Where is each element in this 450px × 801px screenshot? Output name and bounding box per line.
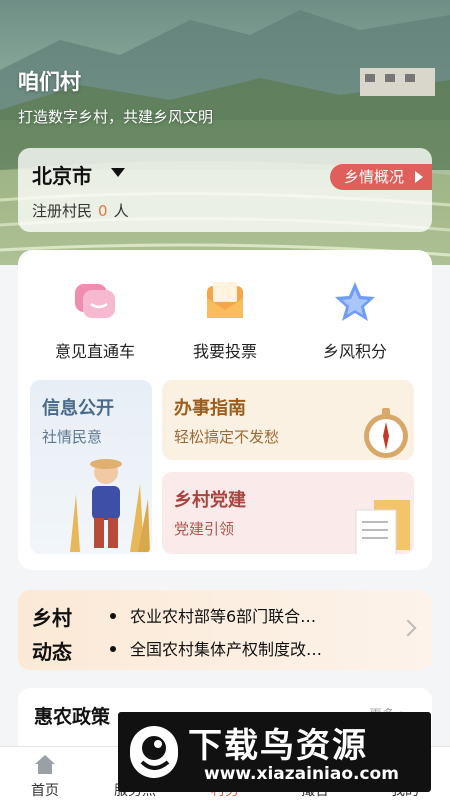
arrow-right-icon <box>415 171 423 183</box>
document-icon <box>355 500 410 554</box>
news-tag-line1: 乡村 <box>32 606 72 630</box>
info-subtitle: 社情民意 <box>42 428 103 446</box>
chevron-right-icon[interactable] <box>399 619 417 637</box>
envelope-icon <box>203 280 247 324</box>
feedback-shortcut[interactable]: 意见直通车 <box>26 280 164 362</box>
vote-shortcut[interactable]: 我要投票 <box>156 280 294 362</box>
home-icon <box>35 755 55 774</box>
policy-title: 惠农政策 <box>34 706 111 728</box>
farmer-illustration <box>70 459 150 552</box>
watermark-title: 下载鸟资源 <box>188 726 368 766</box>
residents-suffix: 人 <box>113 202 129 220</box>
star-icon <box>333 280 377 324</box>
village-news-card[interactable]: 乡村 动态 农业农村部等6部门联合… 全国农村集体产权制度改… <box>18 590 432 670</box>
village-title: 咱们村 <box>18 70 81 94</box>
tab-label: 首页 <box>31 783 59 799</box>
city-selector[interactable]: 北京市 <box>32 160 92 189</box>
watermark-url: www.xiazainiao.com <box>204 764 399 784</box>
services-panel: 意见直通车 我要投票 乡风积分 信息公开 社情民意 办事指南 轻松搞定不发愁 乡… <box>18 250 432 570</box>
guide-title: 办事指南 <box>174 398 246 419</box>
info-title: 信息公开 <box>42 398 114 419</box>
bullet-icon <box>110 646 116 652</box>
party-title: 乡村党建 <box>174 490 246 511</box>
service-guide-tile[interactable]: 办事指南 轻松搞定不发愁 <box>162 380 414 460</box>
news-tag-line2: 动态 <box>32 640 72 664</box>
residents-prefix: 注册村民 <box>32 202 93 220</box>
registered-residents: 注册村民 0 人 <box>32 200 129 221</box>
chevron-down-icon[interactable] <box>111 168 125 177</box>
overview-label: 乡情概况 <box>343 168 404 186</box>
village-overview-button[interactable]: 乡情概况 <box>329 164 432 190</box>
compass-icon <box>364 408 408 458</box>
points-label: 乡风积分 <box>322 342 387 361</box>
party-subtitle: 党建引领 <box>174 520 235 538</box>
news-item[interactable]: 农业农村部等6部门联合… <box>130 603 316 627</box>
news-item[interactable]: 全国农村集体产权制度改… <box>130 636 322 660</box>
guide-subtitle: 轻松搞定不发愁 <box>174 428 280 446</box>
chat-bubble-icon <box>73 280 117 324</box>
location-card: 北京市 注册村民 0 人 乡情概况 <box>18 148 432 232</box>
feedback-label: 意见直通车 <box>54 342 135 361</box>
bullet-icon <box>110 613 116 619</box>
tab-home[interactable]: 首页 <box>0 747 90 801</box>
village-slogan: 打造数字乡村，共建乡风文明 <box>18 108 214 126</box>
bird-logo-icon <box>130 726 178 778</box>
party-building-tile[interactable]: 乡村党建 党建引领 <box>162 472 414 554</box>
info-disclosure-tile[interactable]: 信息公开 社情民意 <box>30 380 152 554</box>
vote-label: 我要投票 <box>192 342 257 361</box>
points-shortcut[interactable]: 乡风积分 <box>286 280 424 362</box>
watermark-banner: 下载鸟资源 www.xiazainiao.com <box>118 712 431 792</box>
residents-count: 0 <box>98 202 108 220</box>
